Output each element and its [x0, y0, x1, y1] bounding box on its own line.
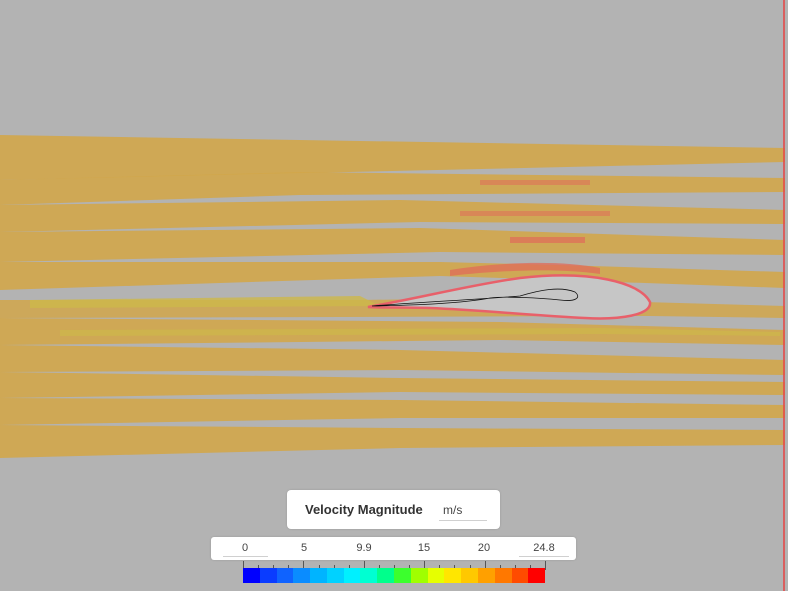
streamline-band — [0, 345, 785, 375]
legend-tick-2: 9.9 — [356, 542, 372, 554]
colorbar-swatch — [477, 568, 495, 583]
colorbar-swatch — [528, 568, 546, 583]
streamlines — [0, 135, 785, 458]
streamline-band — [30, 296, 380, 308]
legend-tick-3: 15 — [417, 542, 431, 554]
velocity-highlight — [460, 211, 610, 216]
colorbar-swatch — [259, 568, 277, 583]
colorbar-swatch — [394, 568, 411, 583]
colorbar-swatch — [444, 568, 462, 583]
colorbar-swatch — [511, 568, 529, 583]
legend-tick-4: 20 — [477, 542, 491, 554]
colorbar-swatch — [410, 568, 428, 583]
colorbar-swatch — [343, 568, 361, 583]
velocity-highlight — [510, 237, 585, 243]
colorbar-swatch — [461, 568, 478, 583]
streamline-band — [0, 425, 785, 458]
legend-unit-field[interactable]: m/s — [439, 498, 487, 521]
colorbar-swatch — [276, 568, 294, 583]
legend-tick-0: 0 — [241, 542, 249, 554]
colorbar-tick — [545, 561, 546, 570]
colorbar-swatch — [243, 568, 260, 583]
legend-unit: m/s — [443, 503, 463, 517]
legend-scale-panel: 0 5 9.9 15 20 24.8 — [211, 537, 576, 560]
domain-boundary — [783, 0, 785, 591]
streamline-band — [0, 172, 785, 205]
colorbar-swatch — [494, 568, 512, 583]
legend-title-panel: Velocity Magnitude m/s — [287, 490, 500, 529]
streamline-band — [0, 398, 785, 425]
velocity-highlight — [480, 180, 590, 185]
colorbar-swatch — [377, 568, 395, 583]
streamline-band — [0, 262, 785, 290]
streamline-band — [0, 228, 785, 262]
legend-title: Velocity Magnitude — [305, 502, 423, 517]
streamline-band — [0, 200, 785, 232]
colorbar-swatch — [293, 568, 311, 583]
legend-tick-1: 5 — [300, 542, 308, 554]
colorbar-swatch — [427, 568, 445, 583]
streamline-band — [0, 372, 785, 398]
colorbar-swatch — [360, 568, 378, 583]
colorbar-swatch — [326, 568, 344, 583]
colorbar-swatch — [310, 568, 327, 583]
legend-tick-5: 24.8 — [533, 542, 555, 554]
colorbar — [243, 568, 546, 583]
